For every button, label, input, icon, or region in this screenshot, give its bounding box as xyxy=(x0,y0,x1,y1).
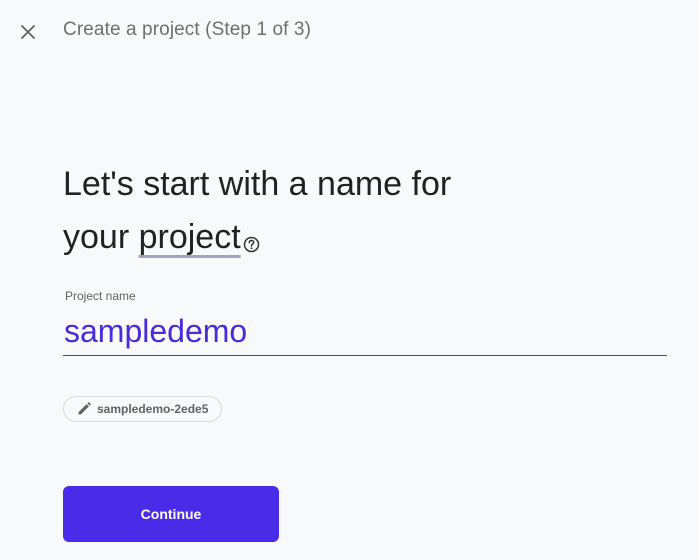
project-id-chip[interactable]: sampledemo-2ede5 xyxy=(63,396,223,422)
help-circle-icon[interactable] xyxy=(243,216,260,269)
heading-line-1: Let's start with a name for xyxy=(63,165,452,203)
heading-prefix: your xyxy=(63,218,139,256)
project-name-input[interactable] xyxy=(63,308,667,356)
project-id-text: sampledemo-2ede5 xyxy=(97,402,209,416)
main-heading: Let's start with a name for your project xyxy=(63,158,623,269)
close-button[interactable] xyxy=(14,18,42,46)
project-term-link[interactable]: project xyxy=(139,218,241,256)
project-name-label: Project name xyxy=(65,289,136,303)
pencil-icon xyxy=(78,402,91,415)
page-title: Create a project (Step 1 of 3) xyxy=(63,19,312,40)
continue-button[interactable]: Continue xyxy=(63,486,279,542)
close-icon xyxy=(21,25,35,39)
heading-line-2: your project xyxy=(63,211,623,269)
create-project-page: Create a project (Step 1 of 3) Let's sta… xyxy=(0,0,698,560)
